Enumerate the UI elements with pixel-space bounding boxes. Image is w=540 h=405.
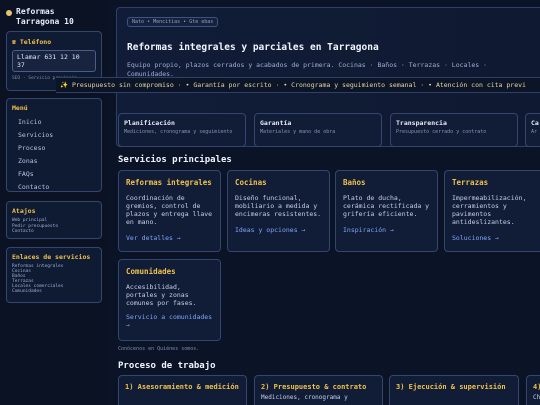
- service-title: Cocinas: [235, 178, 267, 187]
- service-title: Terrazas: [452, 178, 489, 187]
- service-link[interactable]: Soluciones →: [452, 234, 533, 242]
- service-desc: Accesibilidad, portales y zonas comunes …: [126, 283, 197, 307]
- about-note[interactable]: Conócenos en Quiénes somos.: [118, 346, 199, 352]
- menu-panel: Menú Inicio Servicios Proceso Zonas FAQs…: [6, 98, 102, 192]
- service-title: Baños: [343, 178, 366, 187]
- feature-title: Ca: [531, 119, 539, 127]
- feature-card-transparencia: Transparencia Presupuesto cerrado y cont…: [390, 113, 518, 147]
- process-step-1: 1) Asesoramiento & medición: [118, 375, 247, 405]
- step-title: 4): [533, 383, 540, 391]
- service-card-comunidades[interactable]: Comunidades Accesibilidad, portales y zo…: [118, 259, 221, 341]
- service-title: Reformas integrales: [126, 178, 212, 187]
- breadcrumb[interactable]: Nato • Mencitias • Gte ebas: [127, 17, 219, 27]
- service-link[interactable]: Servicio a comunidades →: [126, 313, 213, 329]
- service-desc: Coordinación de gremios, control de plaz…: [126, 194, 213, 226]
- hero-description: Equipo propio, plazos cerrados y acabado…: [127, 61, 488, 78]
- shortcut-link[interactable]: Contacto: [12, 229, 96, 235]
- process-step-2: 2) Presupuesto & contrato Mediciones, cr…: [254, 375, 383, 405]
- service-links-title: Enlaces de servicios: [12, 253, 91, 261]
- page-title: Reformas integrales y parciales en Tarra…: [127, 42, 379, 53]
- menu-item-inicio[interactable]: Inicio: [12, 116, 96, 129]
- step-title: 1) Asesoramiento & medición: [125, 383, 239, 391]
- shortcuts-title: Atajos: [12, 207, 36, 215]
- feature-title: Transparencia: [396, 119, 447, 127]
- feature-card-partial: Ca Ar: [525, 113, 540, 147]
- feature-desc: Materiales y mano de obra: [260, 129, 336, 135]
- feature-desc: Presupuesto cerrado y contrato: [396, 129, 487, 135]
- step-title: 3) Ejecución & supervisión: [396, 383, 506, 391]
- service-links-panel: Enlaces de servicios Reformas integrales…: [6, 247, 102, 303]
- menu-item-servicios[interactable]: Servicios: [12, 129, 96, 142]
- service-desc: Impermeabilización, cerramientos y pavim…: [452, 194, 527, 226]
- menu-item-faqs[interactable]: FAQs: [12, 168, 96, 181]
- step-desc: Mediciones, cronograma y: [261, 394, 348, 401]
- menu-item-proceso[interactable]: Proceso: [12, 142, 96, 155]
- logo-dot-icon: [6, 10, 12, 16]
- service-link[interactable]: Ver detalles →: [126, 234, 213, 242]
- process-step-4: 4) Ch: [526, 375, 540, 405]
- service-desc: Diseño funcional, mobiliario a medida y …: [235, 194, 322, 218]
- feature-desc: Ar: [531, 129, 538, 135]
- service-desc: Plato de ducha, cerámica rectificada y g…: [343, 194, 430, 218]
- service-card-terrazas[interactable]: Terrazas Impermeabilización, cerramiento…: [444, 170, 540, 252]
- service-link[interactable]: Comunidades: [12, 289, 96, 294]
- menu-item-contacto[interactable]: Contacto: [12, 181, 96, 194]
- service-title: Comunidades: [126, 267, 176, 276]
- feature-card-planificacion: Planificación Mediciones, cronograma y s…: [118, 113, 246, 147]
- service-link[interactable]: Ideas y opciones →: [235, 226, 322, 234]
- feature-title: Garantía: [260, 119, 292, 127]
- brand-name[interactable]: Reformas Tarragona 10: [16, 7, 102, 27]
- service-link[interactable]: Inspiración →: [343, 226, 430, 234]
- brand[interactable]: Reformas Tarragona 10: [6, 7, 102, 27]
- service-card-cocinas[interactable]: Cocinas Diseño funcional, mobiliario a m…: [227, 170, 330, 252]
- services-section-title: Servicios principales: [118, 155, 232, 165]
- phone-panel-title: ☎ Teléfono: [12, 38, 52, 46]
- process-step-3: 3) Ejecución & supervisión: [389, 375, 519, 405]
- feature-title: Planificación: [124, 119, 175, 127]
- announcement-ticker: ✨ Presupuesto sin compromiso · • Garantí…: [56, 77, 540, 93]
- feature-desc: Mediciones, cronograma y seguimiento: [124, 129, 233, 135]
- step-desc: Ch: [533, 394, 540, 401]
- service-card-banos[interactable]: Baños Plato de ducha, cerámica rectifica…: [335, 170, 438, 252]
- menu-item-zonas[interactable]: Zonas: [12, 155, 96, 168]
- feature-card-garantia: Garantía Materiales y mano de obra: [254, 113, 382, 147]
- call-button[interactable]: Llamar 631 12 10 37: [12, 50, 96, 72]
- service-card-reformas[interactable]: Reformas integrales Coordinación de grem…: [118, 170, 221, 252]
- menu-title: Menú: [12, 104, 28, 112]
- process-section-title: Proceso de trabajo: [118, 361, 216, 371]
- step-title: 2) Presupuesto & contrato: [261, 383, 367, 391]
- shortcuts-panel: Atajos Web principal Pedir presupuesto C…: [6, 201, 102, 239]
- sidebar: Reformas Tarragona 10 ☎ Teléfono Llamar …: [0, 0, 108, 405]
